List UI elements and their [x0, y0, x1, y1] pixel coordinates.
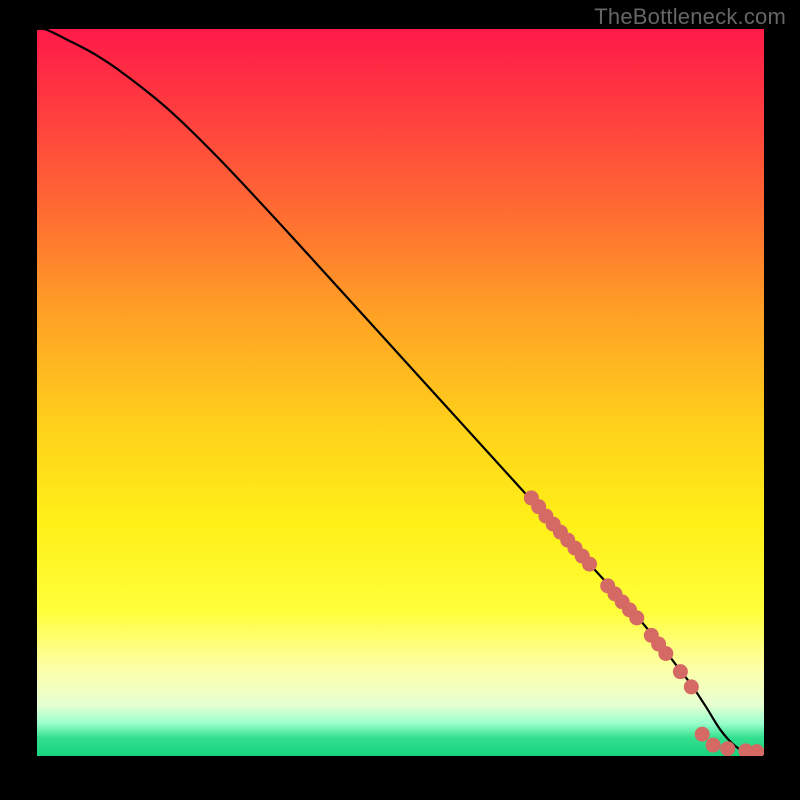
data-marker — [658, 646, 673, 661]
chart-frame: TheBottleneck.com — [0, 0, 800, 800]
attribution-text: TheBottleneck.com — [594, 4, 786, 30]
data-marker — [582, 557, 597, 572]
data-marker — [706, 738, 721, 753]
chart-svg — [37, 29, 764, 756]
data-marker — [695, 727, 710, 742]
data-marker — [673, 664, 688, 679]
data-marker — [684, 679, 699, 694]
data-marker — [720, 741, 735, 756]
plot-area — [37, 29, 764, 756]
data-marker — [629, 610, 644, 625]
